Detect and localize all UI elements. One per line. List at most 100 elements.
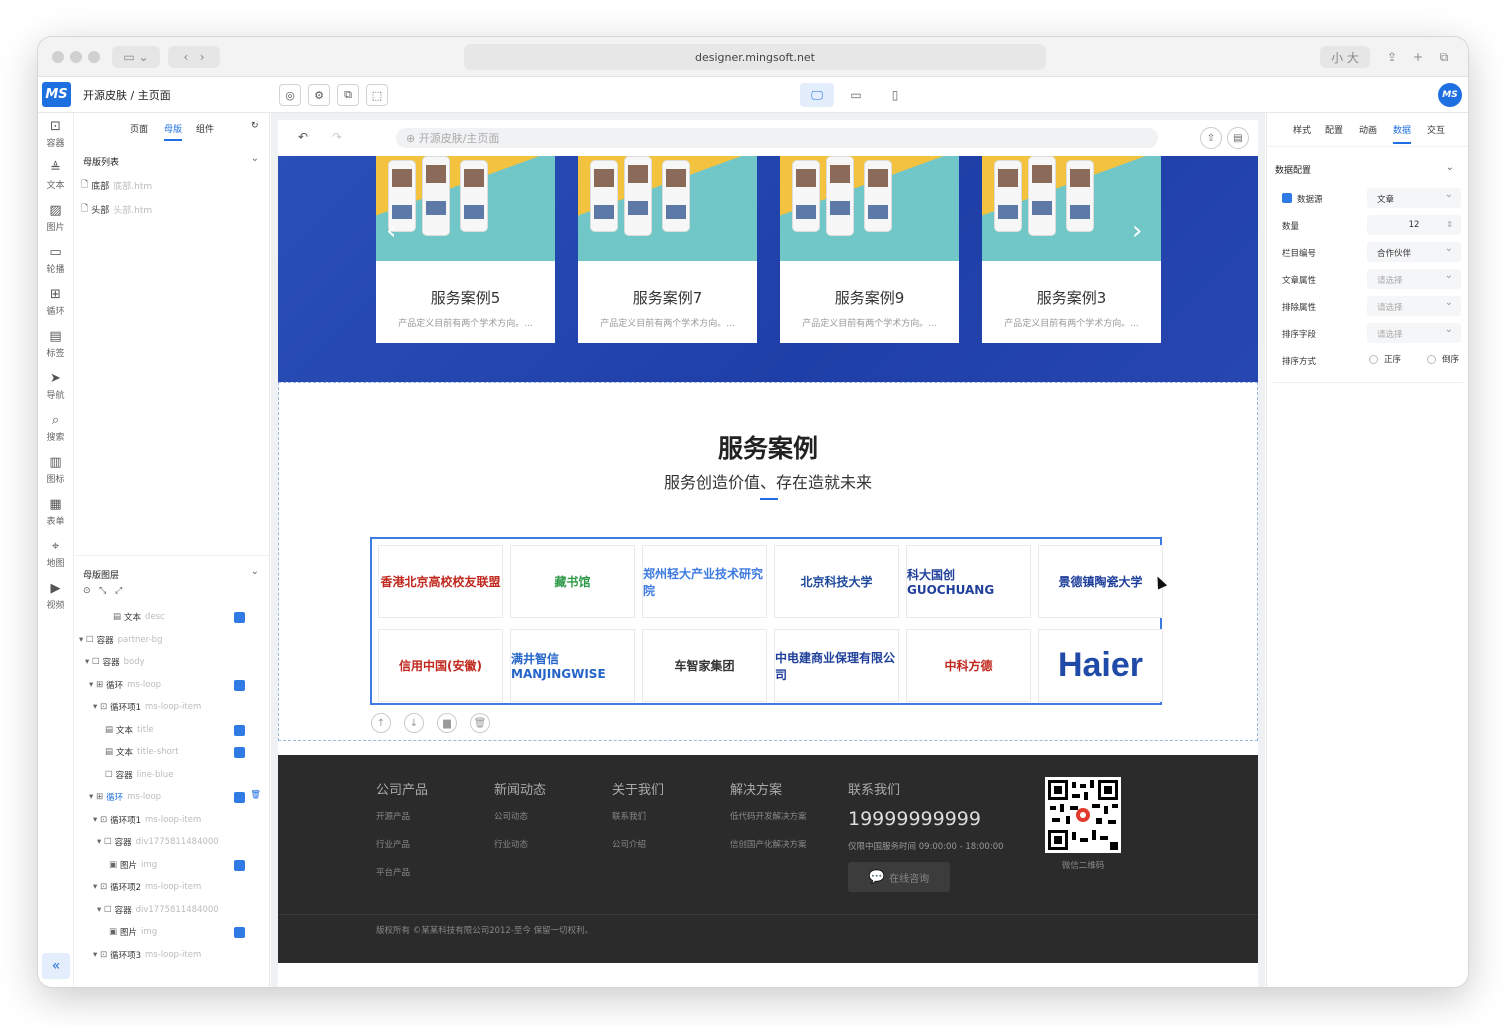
locate-icon[interactable]: ⊙: [83, 586, 91, 596]
footer-link[interactable]: 公司介绍: [612, 838, 664, 850]
refresh-icon[interactable]: ↻: [251, 121, 259, 131]
partner-logo-grid[interactable]: 香港北京高校校友联盟 藏书馆 郑州轻大产业技术研究院 北京科技大学 科大国创 GUOCH…: [370, 537, 1163, 705]
layer-node[interactable]: ▣ 图片 img: [75, 854, 269, 877]
property-tab[interactable]: 数据: [1393, 123, 1412, 144]
toolbar-item[interactable]: ⊡ 容器: [38, 113, 73, 155]
translate-icon[interactable]: ⼩ ⼤: [1320, 46, 1370, 68]
minimize-dot[interactable]: [70, 51, 82, 63]
master-list-header[interactable]: 母版列表 ⌄: [75, 143, 269, 173]
share-icon[interactable]: ⇪: [1382, 46, 1402, 68]
layer-node[interactable]: ▾ ⊡ 循环项3 ms-loop-item: [75, 944, 269, 967]
layer-node[interactable]: ▾ ⊡ 循环项1 ms-loop-item: [75, 809, 269, 832]
document-icon[interactable]: ▤: [1227, 127, 1249, 149]
toolbar-item[interactable]: ▦ 表单: [38, 491, 73, 533]
footer-link[interactable]: 信创国产化解决方案: [730, 838, 807, 850]
property-tab[interactable]: 样式: [1293, 123, 1311, 136]
delete-icon[interactable]: 🗑: [470, 713, 490, 733]
new-tab-icon[interactable]: +: [1408, 46, 1428, 68]
toolbar-item[interactable]: ▥ 图标: [38, 449, 73, 491]
case-card[interactable]: 服务案例3 产品定义目前有两个学术方向。...: [982, 156, 1161, 343]
toolbar-item[interactable]: ▭ 轮播: [38, 239, 73, 281]
close-dot[interactable]: [52, 51, 64, 63]
tab-pages[interactable]: 页面: [130, 122, 148, 135]
upload-icon[interactable]: ⇧: [1200, 127, 1222, 149]
tab-components[interactable]: 组件: [196, 122, 214, 135]
layer-node[interactable]: ▾ ⊞ 循环 ms-loop 🗑: [75, 786, 269, 809]
case-card[interactable]: 服务案例5 产品定义目前有两个学术方向。...: [376, 156, 555, 343]
layer-node[interactable]: ▾ ☐ 容器 div1775811484000: [75, 899, 269, 922]
property-tab[interactable]: 配置: [1325, 123, 1343, 136]
toolbar-item[interactable]: ▶ 视频: [38, 575, 73, 617]
layer-node[interactable]: ▾ ☐ 容器 div1775811484000: [75, 831, 269, 854]
layer-node[interactable]: ▤ 文本 title: [75, 719, 269, 742]
toolbar-item[interactable]: ⊞ 循环: [38, 281, 73, 323]
move-down-icon[interactable]: ↓: [404, 713, 424, 733]
footer-link[interactable]: 公司动态: [494, 810, 546, 822]
next-arrow-icon[interactable]: ›: [1132, 216, 1142, 246]
toolbar-item[interactable]: ➤ 导航: [38, 365, 73, 407]
copy-icon[interactable]: ⧉: [337, 84, 359, 106]
partners-section[interactable]: 服务案例 服务创造价值、存在造就未来 香港北京高校校友联盟 藏书馆 郑州轻大产业技术…: [278, 382, 1258, 741]
undo-icon[interactable]: ↶: [298, 130, 308, 144]
field-select[interactable]: 请选择: [1367, 296, 1461, 316]
footer-link[interactable]: 联系我们: [612, 810, 664, 822]
zoom-dot[interactable]: [88, 51, 100, 63]
layer-node[interactable]: ▾ ⊡ 循环项1 ms-loop-item: [75, 696, 269, 719]
preview-icon[interactable]: ◎: [279, 84, 301, 106]
settings-icon[interactable]: ⚙: [308, 84, 330, 106]
data-config-header[interactable]: 数据配置 ⌄: [1267, 147, 1468, 185]
desktop-view-icon[interactable]: 🖵: [800, 83, 834, 107]
sort-asc-radio[interactable]: 正序: [1369, 353, 1401, 365]
layer-class: ms-loop-item: [145, 882, 202, 893]
toolbar-item[interactable]: ⌕ 搜索: [38, 407, 73, 449]
property-tab[interactable]: 动画: [1359, 123, 1377, 136]
collapse-icon[interactable]: «: [42, 953, 70, 979]
export-icon[interactable]: ⬚: [366, 84, 388, 106]
master-item[interactable]: 🗋 头部 头部.htm: [75, 197, 269, 221]
footer-link[interactable]: 低代码开发解决方案: [730, 810, 807, 822]
field-select[interactable]: 合作伙伴: [1367, 242, 1461, 262]
save-icon[interactable]: ▆: [437, 713, 457, 733]
footer-link[interactable]: 行业动态: [494, 838, 546, 850]
field-select[interactable]: 文章: [1367, 188, 1461, 208]
layer-node[interactable]: ▣ 图片 img: [75, 921, 269, 944]
toolbar-item[interactable]: ▤ 标签: [38, 323, 73, 365]
layer-node[interactable]: ▾ ☐ 容器 body: [75, 651, 269, 674]
toolbar-item[interactable]: ⌖ 地图: [38, 533, 73, 575]
layers-header[interactable]: 母版图层 ⌄: [75, 556, 269, 586]
address-bar[interactable]: designer.mingsoft.net: [464, 44, 1046, 70]
field-select[interactable]: 请选择: [1367, 323, 1461, 343]
prev-arrow-icon[interactable]: ‹: [386, 216, 396, 246]
sidebar-toggle-icon[interactable]: ▭ ⌄: [112, 46, 160, 68]
sort-desc-radio[interactable]: 倒序: [1427, 353, 1459, 365]
footer-link[interactable]: 行业产品: [376, 838, 428, 850]
layer-node[interactable]: ▾ ☐ 容器 partner-bg: [75, 629, 269, 652]
case-card[interactable]: 服务案例7 产品定义目前有两个学术方向。...: [578, 156, 757, 343]
layer-node[interactable]: ☐ 容器 line-blue: [75, 764, 269, 787]
layer-node[interactable]: ▾ ⊡ 循环项2 ms-loop-item: [75, 876, 269, 899]
expand-icon[interactable]: ⤡: [99, 586, 106, 596]
layer-node[interactable]: ▤ 文本 desc: [75, 606, 269, 629]
layer-node[interactable]: ▤ 文本 title-short: [75, 741, 269, 764]
redo-icon[interactable]: ↷: [332, 130, 342, 144]
footer-link[interactable]: 开源产品: [376, 810, 428, 822]
field-select[interactable]: 请选择: [1367, 269, 1461, 289]
avatar[interactable]: MS: [1438, 83, 1462, 107]
tabs-overview-icon[interactable]: ⧉: [1434, 46, 1454, 68]
move-up-icon[interactable]: ↑: [371, 713, 391, 733]
master-item[interactable]: 🗋 底部 底部.htm: [75, 173, 269, 197]
back-forward-icon[interactable]: ‹ ›: [168, 46, 220, 68]
toolbar-item[interactable]: ≜ 文本: [38, 155, 73, 197]
tab-masters[interactable]: 母版: [164, 122, 183, 141]
field-select[interactable]: 12: [1367, 215, 1461, 235]
consult-button[interactable]: 💬 在线咨询: [848, 862, 950, 892]
trash-icon[interactable]: 🗑: [250, 790, 261, 800]
mobile-view-icon[interactable]: ▯: [878, 83, 912, 107]
collapse-all-icon[interactable]: ⤢: [115, 586, 122, 596]
case-card[interactable]: 服务案例9 产品定义目前有两个学术方向。...: [780, 156, 959, 343]
property-tab[interactable]: 交互: [1427, 123, 1445, 136]
layer-node[interactable]: ▾ ⊞ 循环 ms-loop: [75, 674, 269, 697]
footer-link[interactable]: 平台产品: [376, 866, 428, 878]
tablet-view-icon[interactable]: ▭: [839, 83, 873, 107]
toolbar-item[interactable]: ▨ 图片: [38, 197, 73, 239]
